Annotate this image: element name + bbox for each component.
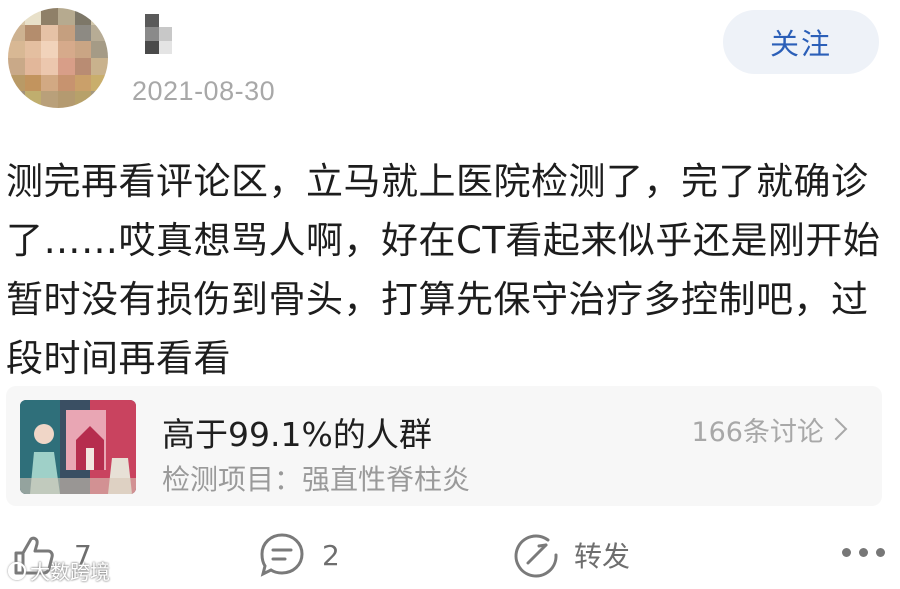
more-icon-dot <box>842 548 851 557</box>
comment-count: 2 <box>322 538 340 572</box>
avatar[interactable] <box>8 8 108 108</box>
post-date: 2021-08-30 <box>132 76 276 106</box>
comment-button[interactable]: 2 <box>258 530 340 580</box>
repost-label: 转发 <box>574 540 631 573</box>
watermark-logo-icon <box>8 561 26 580</box>
test-result-card[interactable]: 高于99.1%的人群 检测项目：强直性脊柱炎 166条讨论 <box>6 386 882 506</box>
comment-icon <box>258 531 306 579</box>
more-icon-dot <box>859 548 868 557</box>
discussion-count-label: 166条讨论 <box>691 417 824 448</box>
card-title: 高于99.1%的人群 <box>162 415 432 454</box>
repost-button[interactable]: 转发 <box>512 530 630 580</box>
repost-icon <box>512 531 560 579</box>
watermark: 大数跨境 <box>8 556 110 585</box>
card-thumbnail <box>20 400 136 494</box>
post-body: 测完再看评论区，立马就上医院检测了，完了就确诊了……哎真想骂人啊，好在CT看起来… <box>6 160 881 380</box>
more-options-button[interactable] <box>842 548 885 557</box>
watermark-text: 大数跨境 <box>30 560 110 584</box>
more-icon-dot <box>876 548 885 557</box>
username[interactable] <box>132 14 172 54</box>
follow-button[interactable]: 关注 <box>723 10 879 74</box>
card-subtitle: 检测项目：强直性脊柱炎 <box>162 463 471 496</box>
